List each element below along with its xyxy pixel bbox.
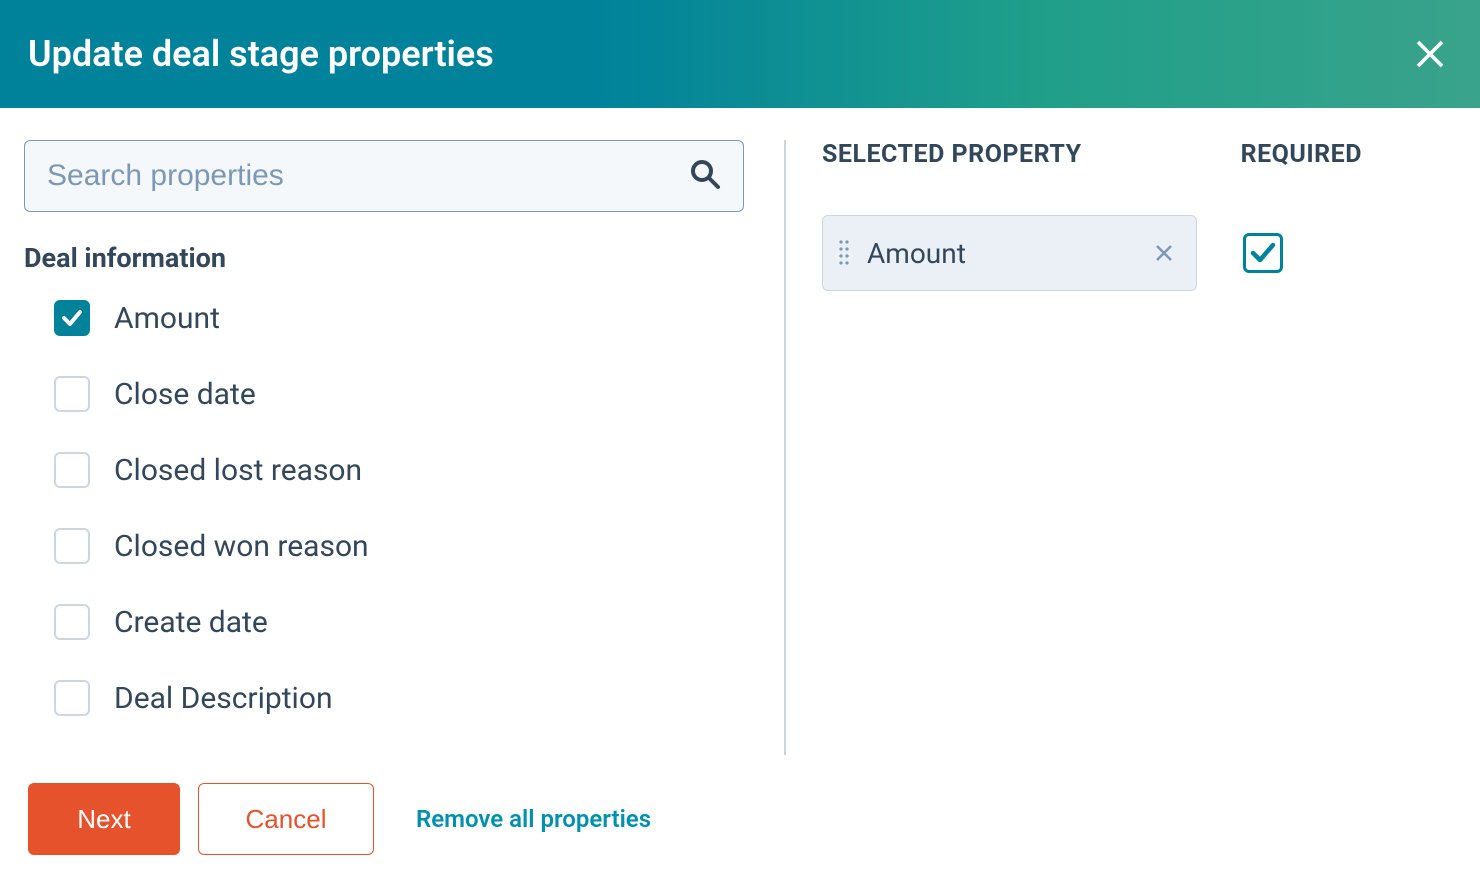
next-button[interactable]: Next	[28, 783, 180, 855]
search-wrapper	[24, 140, 744, 212]
required-heading: REQUIRED	[1241, 140, 1362, 169]
required-checkbox[interactable]	[1243, 233, 1283, 273]
modal-title: Update deal stage properties	[28, 33, 494, 75]
property-label: Amount	[114, 301, 220, 336]
right-panel: SELECTED PROPERTY REQUIRED Amount	[784, 140, 1452, 755]
property-checkbox[interactable]	[54, 452, 90, 488]
property-checkbox[interactable]	[54, 376, 90, 412]
property-checkbox[interactable]	[54, 300, 90, 336]
property-item: Amount	[54, 300, 744, 336]
remove-property-icon[interactable]	[1150, 239, 1178, 267]
property-list: Amount Close date Closed lost reason	[24, 300, 744, 716]
property-label: Closed won reason	[114, 529, 369, 564]
selected-property-chip[interactable]: Amount	[822, 215, 1197, 291]
modal-footer: Next Cancel Remove all properties	[0, 783, 679, 855]
close-icon	[1414, 38, 1446, 70]
property-item: Closed won reason	[54, 528, 744, 564]
search-input[interactable]	[47, 159, 689, 193]
left-panel: Deal information Amount Close date	[24, 140, 784, 755]
close-button[interactable]	[1408, 32, 1452, 76]
property-item: Close date	[54, 376, 744, 412]
property-label: Create date	[114, 605, 268, 640]
property-label: Deal Description	[114, 681, 333, 716]
cancel-button[interactable]: Cancel	[198, 783, 374, 855]
property-item: Closed lost reason	[54, 452, 744, 488]
drag-handle-icon[interactable]	[837, 238, 851, 268]
property-label: Close date	[114, 377, 256, 412]
selected-row: Amount	[822, 215, 1452, 291]
property-checkbox[interactable]	[54, 680, 90, 716]
selected-property-heading: SELECTED PROPERTY	[822, 140, 1082, 169]
property-item: Deal Description	[54, 680, 744, 716]
search-icon	[689, 158, 721, 194]
section-title: Deal information	[24, 242, 744, 274]
property-label: Closed lost reason	[114, 453, 362, 488]
selected-property-label: Amount	[867, 237, 1134, 270]
property-item: Create date	[54, 604, 744, 640]
property-checkbox[interactable]	[54, 528, 90, 564]
property-checkbox[interactable]	[54, 604, 90, 640]
remove-all-link[interactable]: Remove all properties	[416, 805, 651, 833]
modal-header: Update deal stage properties	[0, 0, 1480, 108]
